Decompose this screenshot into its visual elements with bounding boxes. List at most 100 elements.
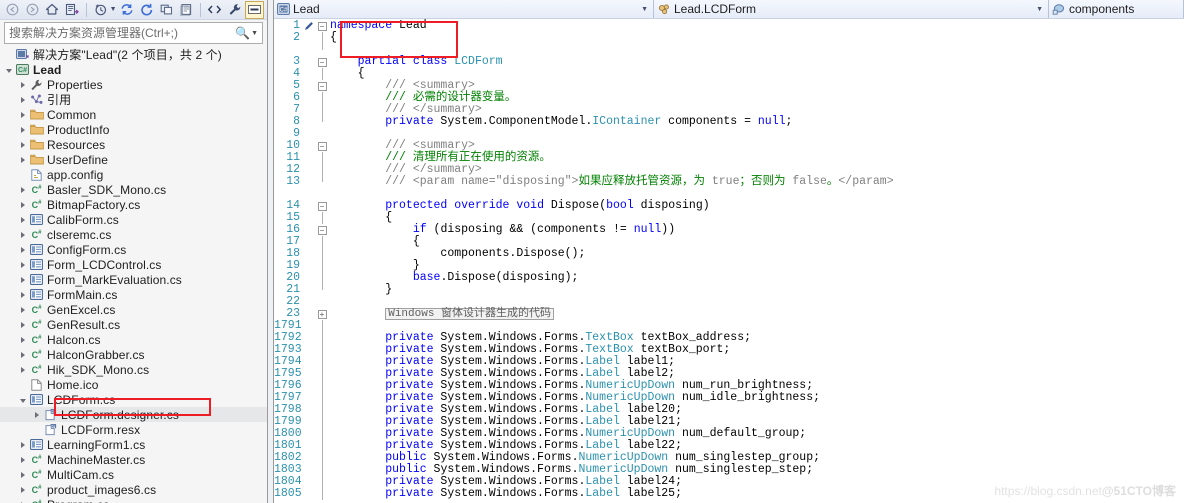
search-options-chevron-icon[interactable]: ▼	[251, 30, 260, 37]
tree-item-clseremc.cs[interactable]: C# clseremc.cs	[0, 227, 267, 242]
tree-item-form_markevaluation.cs[interactable]: Form_MarkEvaluation.cs	[0, 272, 267, 287]
chevron-right-icon[interactable]	[16, 336, 29, 343]
chevron-right-icon[interactable]	[16, 201, 29, 208]
chevron-right-icon[interactable]	[16, 291, 29, 298]
code-line[interactable]: private System.ComponentModel.IContainer…	[330, 116, 1184, 128]
code-line[interactable]: Windows 窗体设计器生成的代码	[330, 308, 1184, 320]
chevron-right-icon[interactable]	[16, 216, 29, 223]
chevron-right-icon[interactable]	[16, 456, 29, 463]
code-line[interactable]: partial class LCDForm	[330, 56, 1184, 68]
collapse-all-icon[interactable]	[157, 1, 176, 19]
chevron-right-icon[interactable]	[16, 276, 29, 283]
code-text[interactable]: namespace Lead{ partial class LCDForm { …	[330, 19, 1184, 503]
tree-item-halcongrabber.cs[interactable]: C# HalconGrabber.cs	[0, 347, 267, 362]
fold-plus-icon[interactable]: +	[314, 308, 330, 320]
chevron-right-icon[interactable]	[16, 261, 29, 268]
preview-selected-items-icon[interactable]	[177, 1, 196, 19]
chevron-down-icon[interactable]	[16, 397, 29, 403]
fold-minus-icon[interactable]: −	[314, 20, 330, 32]
chevron-right-icon[interactable]	[16, 186, 29, 193]
view-code-icon[interactable]	[245, 0, 265, 19]
chevron-right-icon[interactable]	[16, 141, 29, 148]
tree-item-lead[interactable]: C# Lead	[0, 62, 267, 77]
show-all-files-code-icon[interactable]	[205, 1, 224, 19]
chevron-right-icon[interactable]	[16, 96, 29, 103]
code-line[interactable]: components.Dispose();	[330, 248, 1184, 260]
tree-item-common[interactable]: Common	[0, 107, 267, 122]
tree-item-genexcel.cs[interactable]: C# GenExcel.cs	[0, 302, 267, 317]
chevron-right-icon[interactable]	[16, 231, 29, 238]
refresh-icon[interactable]	[137, 1, 156, 19]
tree-item-resources[interactable]: Resources	[0, 137, 267, 152]
code-line[interactable]: if (disposing && (components != null))	[330, 224, 1184, 236]
chevron-down-icon[interactable]	[2, 67, 15, 73]
pending-changes-clock-icon[interactable]	[91, 1, 110, 19]
chevron-right-icon[interactable]	[16, 351, 29, 358]
fold-minus-icon[interactable]: −	[314, 80, 330, 92]
forward-icon[interactable]	[23, 1, 42, 19]
chevron-right-icon[interactable]	[16, 441, 29, 448]
home-icon[interactable]	[43, 1, 62, 19]
search-icon[interactable]: 🔍	[234, 26, 251, 40]
code-line[interactable]: protected override void Dispose(bool dis…	[330, 200, 1184, 212]
outlining-fold-gutter[interactable]: − − − − − − +	[314, 19, 330, 503]
tree-item-app.config[interactable]: app.config	[0, 167, 267, 182]
code-line[interactable]: /// <param name="disposing">如果应释放托管资源，为 …	[330, 176, 1184, 188]
fold-minus-icon[interactable]: −	[314, 56, 330, 68]
tree-item-home.ico[interactable]: Home.ico	[0, 377, 267, 392]
tree-item-form_lcdcontrol.cs[interactable]: Form_LCDControl.cs	[0, 257, 267, 272]
code-line[interactable]: base.Dispose(disposing);	[330, 272, 1184, 284]
tree-item-genresult.cs[interactable]: C# GenResult.cs	[0, 317, 267, 332]
code-line[interactable]	[330, 296, 1184, 308]
tree-item-program.cs[interactable]: C#Program.cs	[0, 497, 267, 503]
sync-views-icon[interactable]	[118, 1, 137, 19]
code-line[interactable]: {	[330, 32, 1184, 44]
tree-item--lead-2-2-[interactable]: 解决方案"Lead"(2 个项目，共 2 个)	[0, 47, 267, 62]
tree-item-productinfo[interactable]: ProductInfo	[0, 122, 267, 137]
tree-item-hik_sdk_mono.cs[interactable]: C# Hik_SDK_Mono.cs	[0, 362, 267, 377]
tree-item-lcdform.cs[interactable]: LCDForm.cs	[0, 392, 267, 407]
chevron-down-icon[interactable]: ▼	[110, 6, 117, 13]
tree-item-learningform1.cs[interactable]: LearningForm1.cs	[0, 437, 267, 452]
solution-explorer-search[interactable]: 🔍 ▼	[4, 22, 263, 44]
chevron-right-icon[interactable]	[16, 471, 29, 478]
tree-item-machinemaster.cs[interactable]: C# MachineMaster.cs	[0, 452, 267, 467]
tree-item-basler_sdk_mono.cs[interactable]: C# Basler_SDK_Mono.cs	[0, 182, 267, 197]
code-area[interactable]: 1 2 3 4 5 6 7 8 9 10 11 12 13 14 15 16 17 18 19 20 21 22 23 179…	[274, 19, 1184, 503]
navbar-type-dropdown[interactable]: Lead.LCDForm ▼	[654, 0, 1049, 18]
solution-tree[interactable]: 解决方案"Lead"(2 个项目，共 2 个) C# Lead Properties 引…	[0, 45, 267, 503]
search-input[interactable]	[9, 26, 235, 40]
tree-item-lcdform.designer.cs[interactable]: LCDForm.designer.cs	[0, 407, 267, 422]
back-icon[interactable]	[3, 1, 22, 19]
code-line[interactable]: }	[330, 284, 1184, 296]
code-line[interactable]: namespace Lead	[330, 20, 1184, 32]
chevron-right-icon[interactable]	[16, 156, 29, 163]
chevron-right-icon[interactable]	[16, 321, 29, 328]
chevron-down-icon[interactable]: ▼	[638, 6, 651, 13]
tree-item-configform.cs[interactable]: ConfigForm.cs	[0, 242, 267, 257]
chevron-right-icon[interactable]	[16, 366, 29, 373]
collapsed-region-label[interactable]: Windows 窗体设计器生成的代码	[385, 308, 555, 320]
chevron-right-icon[interactable]	[16, 486, 29, 493]
tree-item-calibform.cs[interactable]: CalibForm.cs	[0, 212, 267, 227]
tree-item-properties[interactable]: Properties	[0, 77, 267, 92]
tree-item-multicam.cs[interactable]: C# MultiCam.cs	[0, 467, 267, 482]
tree-item-bitmapfactory.cs[interactable]: C# BitmapFactory.cs	[0, 197, 267, 212]
fold-minus-icon[interactable]: −	[314, 224, 330, 236]
chevron-right-icon[interactable]	[16, 81, 29, 88]
properties-wrench-icon[interactable]	[225, 1, 244, 19]
chevron-right-icon[interactable]	[16, 306, 29, 313]
fold-minus-icon[interactable]: −	[314, 140, 330, 152]
chevron-right-icon[interactable]	[30, 411, 43, 418]
tree-item-userdefine[interactable]: UserDefine	[0, 152, 267, 167]
tree-item-formmain.cs[interactable]: FormMain.cs	[0, 287, 267, 302]
chevron-right-icon[interactable]	[16, 246, 29, 253]
chevron-right-icon[interactable]	[16, 126, 29, 133]
tree-item-lcdform.resx[interactable]: LCDForm.resx	[0, 422, 267, 437]
chevron-down-icon[interactable]: ▼	[1033, 6, 1046, 13]
tree-item--[interactable]: 引用	[0, 92, 267, 107]
navbar-project-dropdown[interactable]: C# Lead ▼	[274, 0, 654, 18]
chevron-right-icon[interactable]	[16, 111, 29, 118]
fold-minus-icon[interactable]: −	[314, 200, 330, 212]
tree-item-halcon.cs[interactable]: C# Halcon.cs	[0, 332, 267, 347]
